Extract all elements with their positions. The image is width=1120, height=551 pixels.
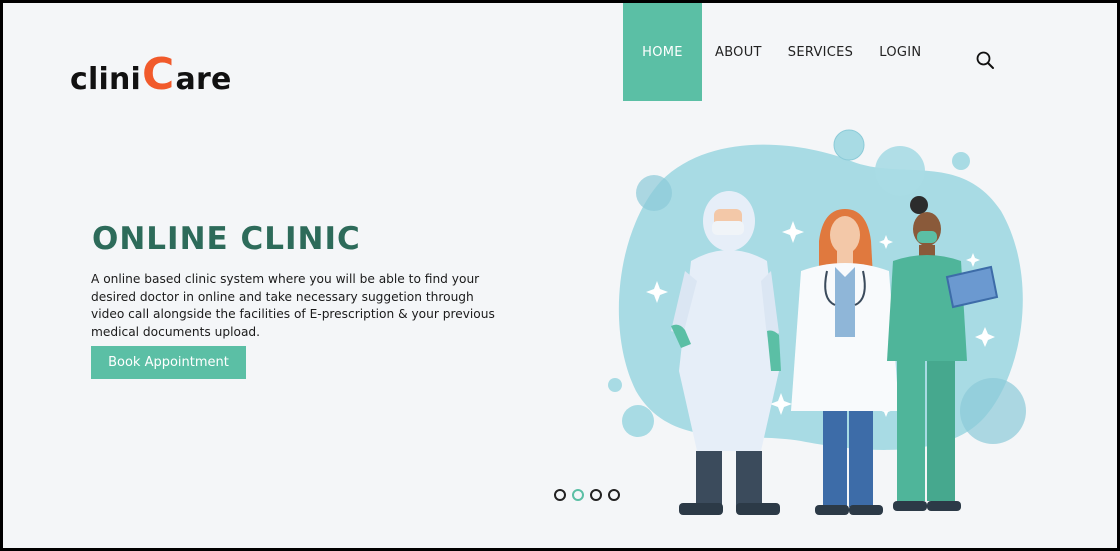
carousel-dot[interactable] — [590, 489, 602, 501]
nav-item-services[interactable]: SERVICES — [775, 3, 866, 101]
brand-logo-part1: clini — [70, 62, 141, 97]
nav-item-login[interactable]: LOGIN — [866, 3, 934, 101]
nav-item-about[interactable]: ABOUT — [702, 3, 775, 101]
carousel-indicators — [554, 489, 620, 501]
main-nav: HOME ABOUT SERVICES LOGIN — [623, 3, 934, 101]
hero-title: ONLINE CLINIC — [92, 221, 361, 257]
brand-logo[interactable]: clini C are — [70, 49, 232, 100]
hero-description: A online based clinic system where you w… — [91, 272, 495, 339]
carousel-dot-active[interactable] — [572, 489, 584, 501]
carousel-dot[interactable] — [608, 489, 620, 501]
search-icon[interactable] — [975, 50, 995, 70]
carousel-dot[interactable] — [554, 489, 566, 501]
brand-logo-part3: are — [175, 62, 232, 97]
brand-logo-c: C — [142, 49, 175, 100]
page: clini C are HOME ABOUT SERVICES LOGIN ON… — [3, 3, 1117, 548]
doctors-illustration — [601, 121, 1031, 531]
nav-item-home[interactable]: HOME — [623, 3, 702, 101]
book-appointment-button[interactable]: Book Appointment — [91, 346, 246, 379]
